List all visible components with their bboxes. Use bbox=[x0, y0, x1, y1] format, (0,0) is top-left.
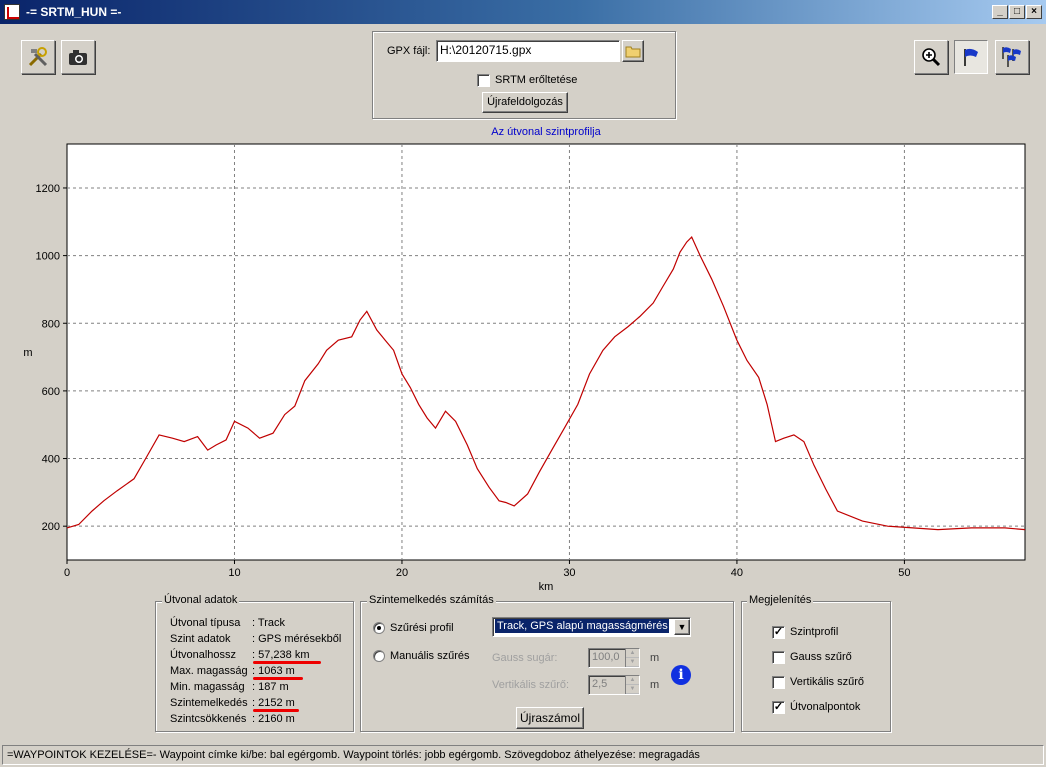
srtm-force-checkbox[interactable] bbox=[477, 74, 490, 87]
elevation-chart[interactable]: Az útvonal szintprofilja 200 400 600 800 1000… bbox=[0, 120, 1046, 595]
srtm-force-label: SRTM erőltetése bbox=[495, 74, 578, 86]
app-icon[interactable] bbox=[4, 4, 20, 20]
elevation-calc-title: Szintemelkedés számítás bbox=[367, 594, 496, 606]
x-tick-label: 50 bbox=[898, 567, 910, 579]
title-bar: -= SRTM_HUN =- _ □ × bbox=[0, 0, 1046, 24]
display-option-checkbox[interactable]: ✓ bbox=[772, 626, 785, 639]
x-tick-label: 10 bbox=[228, 567, 240, 579]
route-data-title: Útvonal adatok bbox=[162, 594, 240, 606]
route-data-label: Útvonal típusa bbox=[170, 617, 241, 629]
browse-button[interactable] bbox=[622, 40, 644, 62]
chart-title: Az útvonal szintprofilja bbox=[491, 126, 601, 138]
route-data-label: Szintemelkedés bbox=[170, 697, 248, 709]
vertical-filter-label: Vertikális szűrő: bbox=[492, 679, 570, 691]
route-data-value: : 2160 m bbox=[252, 713, 295, 725]
y-tick-label: 200 bbox=[42, 521, 60, 533]
info-icon[interactable]: i bbox=[671, 665, 691, 685]
reprocess-button[interactable]: Újrafeldolgozás bbox=[482, 92, 568, 113]
gpx-file-input[interactable]: H:\20120715.gpx bbox=[436, 40, 620, 62]
tools-icon bbox=[28, 47, 48, 67]
close-button[interactable]: × bbox=[1026, 5, 1042, 19]
vertical-filter-value: 2,5 bbox=[592, 678, 608, 690]
route-data-label: Útvonalhossz bbox=[170, 649, 237, 661]
camera-icon bbox=[69, 50, 87, 65]
annotation-underline bbox=[253, 661, 321, 664]
route-data-label: Szint adatok bbox=[170, 633, 231, 645]
y-tick-label: 400 bbox=[42, 454, 60, 466]
y-tick-label: 1000 bbox=[36, 251, 60, 263]
route-data-value: : 2152 m bbox=[252, 697, 295, 709]
gauss-radius-value: 100,0 bbox=[592, 651, 620, 663]
display-option-checkbox[interactable] bbox=[772, 676, 785, 689]
plot-area bbox=[66, 143, 1026, 561]
filter-profile-radio[interactable] bbox=[373, 622, 385, 634]
gauss-unit: m bbox=[650, 652, 660, 664]
manual-filter-radio[interactable] bbox=[373, 650, 385, 662]
route-data-value: : GPS mérésekből bbox=[252, 633, 342, 645]
folder-icon bbox=[625, 46, 641, 58]
display-option-label: Szintprofil bbox=[790, 626, 839, 638]
annotation-underline bbox=[253, 677, 303, 680]
filter-profile-label: Szűrési profil bbox=[390, 622, 454, 634]
route-data-label: Szintcsökkenés bbox=[170, 713, 247, 725]
vertical-unit: m bbox=[650, 679, 660, 691]
status-bar: =WAYPOINTOK KEZELÉSE=- Waypoint címke ki… bbox=[2, 745, 1044, 765]
route-data-value: : 1063 m bbox=[252, 665, 295, 677]
x-axis-label: km bbox=[539, 581, 554, 593]
camera-button[interactable] bbox=[61, 40, 95, 74]
zoom-button[interactable] bbox=[914, 40, 948, 74]
y-tick-label: 1200 bbox=[36, 183, 60, 195]
display-option-checkbox[interactable]: ✓ bbox=[772, 701, 785, 714]
zoom-in-icon bbox=[922, 48, 941, 67]
y-tick-label: 800 bbox=[42, 318, 60, 330]
display-option-checkbox[interactable] bbox=[772, 651, 785, 664]
display-option-label: Útvonalpontok bbox=[790, 701, 861, 713]
waypoint-flag-button[interactable] bbox=[954, 40, 988, 74]
waypoints-flags-button[interactable] bbox=[995, 40, 1029, 74]
gpx-file-label: GPX fájl: bbox=[387, 45, 431, 57]
y-tick-label: 600 bbox=[42, 386, 60, 398]
annotation-underline bbox=[253, 709, 299, 712]
display-option-label: Gauss szűrő bbox=[790, 651, 852, 663]
route-data-label: Min. magasság bbox=[170, 681, 245, 693]
route-data-value: : 57,238 km bbox=[252, 649, 310, 661]
route-data-value: : 187 m bbox=[252, 681, 289, 693]
x-tick-label: 40 bbox=[731, 567, 743, 579]
x-tick-label: 0 bbox=[64, 567, 70, 579]
gauss-radius-label: Gauss sugár: bbox=[492, 652, 558, 664]
display-option-label: Vertikális szűrő bbox=[790, 676, 864, 688]
route-data-label: Max. magasság bbox=[170, 665, 248, 677]
route-data-value: : Track bbox=[252, 617, 286, 629]
vertical-filter-input[interactable]: 2,5 ▲ ▼ bbox=[588, 675, 640, 695]
maximize-button[interactable]: □ bbox=[1009, 5, 1025, 19]
y-axis-label: m bbox=[23, 347, 32, 359]
window-title: -= SRTM_HUN =- bbox=[26, 5, 122, 19]
flag-icon bbox=[964, 48, 978, 66]
profile-select-value: Track, GPS alapú magasságmérés bbox=[495, 619, 669, 633]
settings-tools-button[interactable] bbox=[21, 40, 55, 74]
recalculate-button[interactable]: Újraszámol bbox=[516, 707, 584, 729]
gauss-radius-input[interactable]: 100,0 ▲ ▼ bbox=[588, 648, 640, 668]
dropdown-arrow[interactable]: ▼ bbox=[674, 619, 690, 635]
x-tick-label: 20 bbox=[396, 567, 408, 579]
x-tick-label: 30 bbox=[563, 567, 575, 579]
elevation-chart-svg: Az útvonal szintprofilja2004006008001000… bbox=[23, 126, 1026, 593]
gauss-spinner[interactable]: ▲ ▼ bbox=[625, 649, 639, 667]
flags-icon bbox=[1002, 47, 1021, 67]
display-title: Megjelenítés bbox=[747, 594, 814, 606]
vertical-spinner[interactable]: ▲ ▼ bbox=[625, 676, 639, 694]
minimize-button[interactable]: _ bbox=[992, 5, 1008, 19]
profile-select[interactable]: Track, GPS alapú magasságmérés ▼ bbox=[492, 617, 691, 637]
manual-filter-label: Manuális szűrés bbox=[390, 650, 470, 662]
